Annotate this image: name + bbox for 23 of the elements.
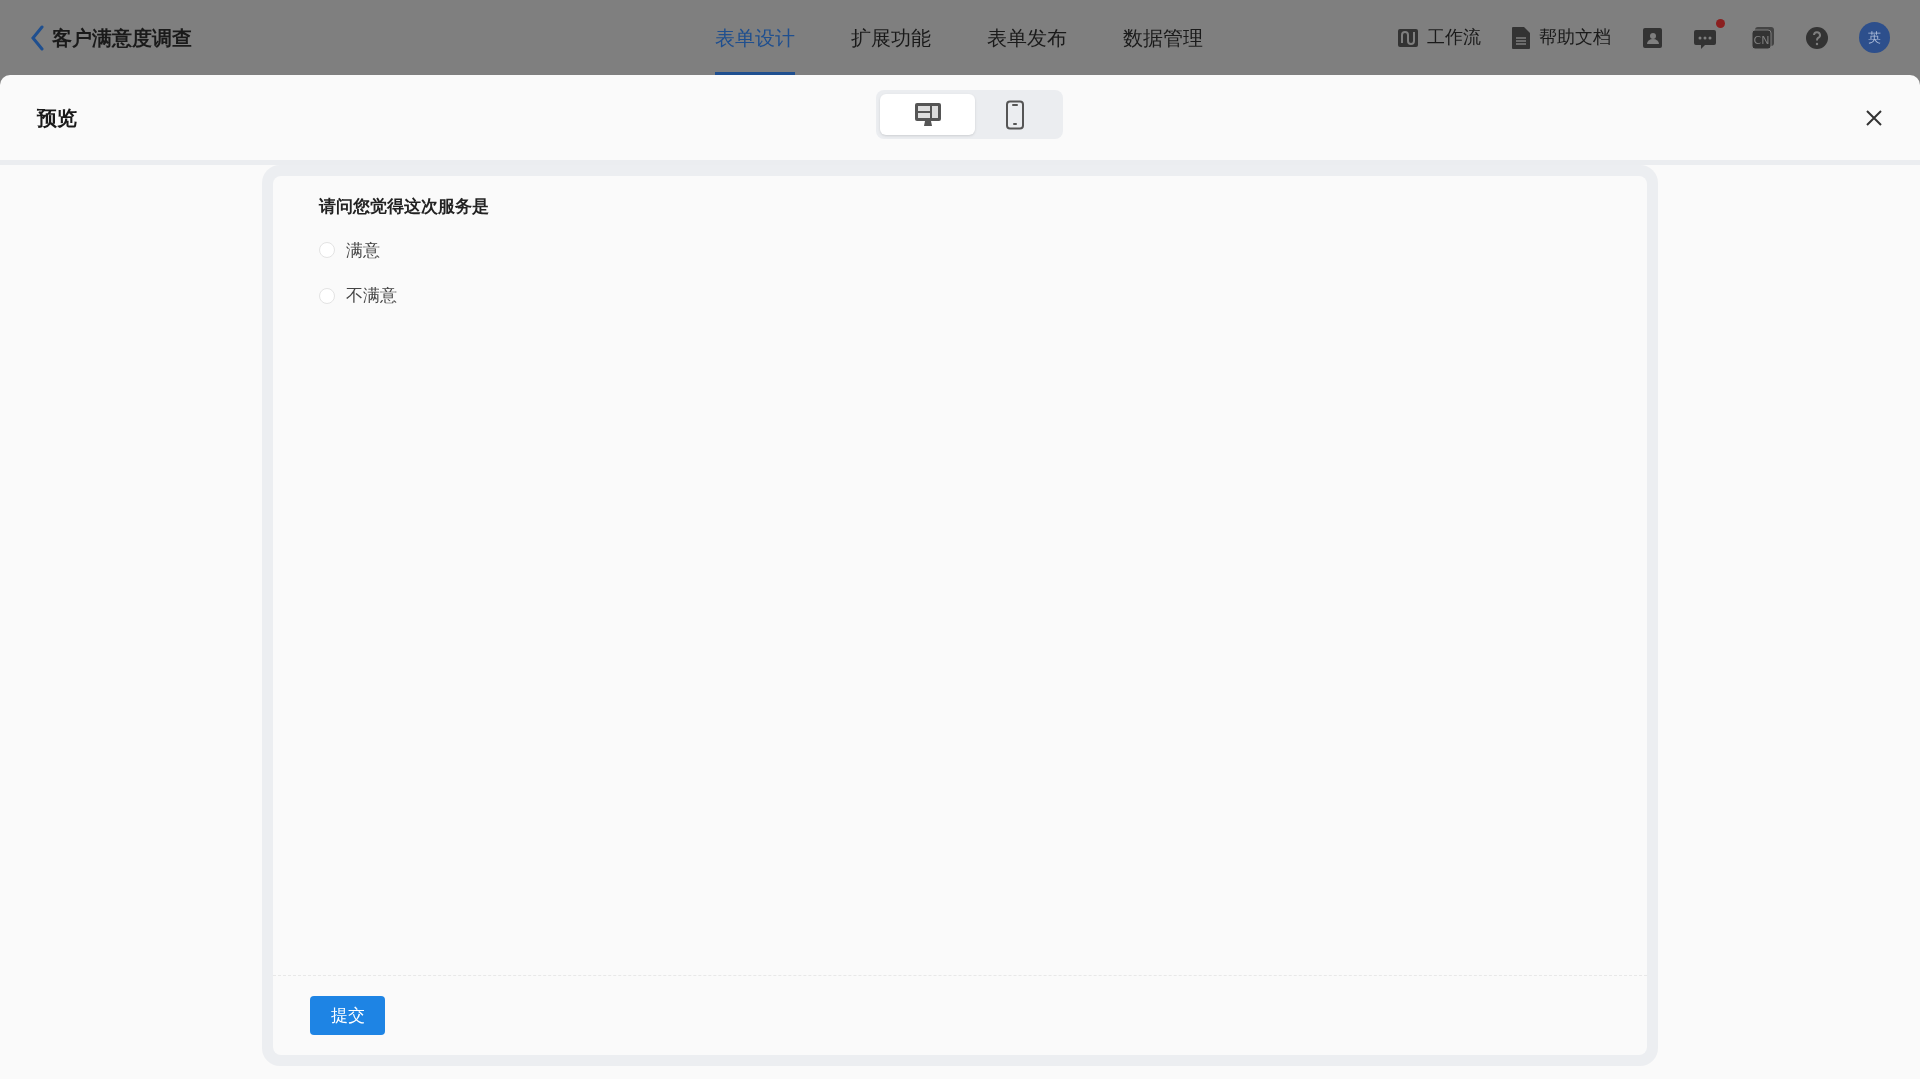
radio-button[interactable] [319, 287, 335, 304]
submit-button[interactable]: 提交 [310, 996, 385, 1035]
phone-icon [1005, 99, 1025, 130]
desktop-preview-tab[interactable] [880, 94, 975, 135]
desktop-icon [913, 101, 942, 128]
nav-tab[interactable]: 表单发布 [987, 0, 1067, 75]
nav-tab[interactable]: 扩展功能 [851, 0, 931, 75]
contacts-icon[interactable] [1641, 26, 1663, 49]
back-icon[interactable] [30, 24, 44, 51]
help-docs-button[interactable]: 帮助文档 [1511, 24, 1611, 51]
radio-option[interactable]: 满意 [319, 237, 1647, 263]
close-icon[interactable] [1865, 108, 1883, 127]
form-title: 客户满意度调查 [52, 25, 192, 51]
document-icon [1511, 25, 1531, 50]
question-label: 请问您觉得这次服务是 [319, 196, 490, 218]
user-avatar[interactable]: 英 [1859, 22, 1890, 53]
help-icon[interactable] [1805, 25, 1829, 50]
workflow-icon [1397, 26, 1419, 49]
radio-button[interactable] [319, 242, 335, 259]
preview-title: 预览 [37, 105, 77, 131]
nav-tab[interactable]: 数据管理 [1123, 0, 1203, 75]
workflow-button[interactable]: 工作流 [1397, 24, 1481, 51]
radio-option[interactable]: 不满意 [319, 283, 1647, 309]
